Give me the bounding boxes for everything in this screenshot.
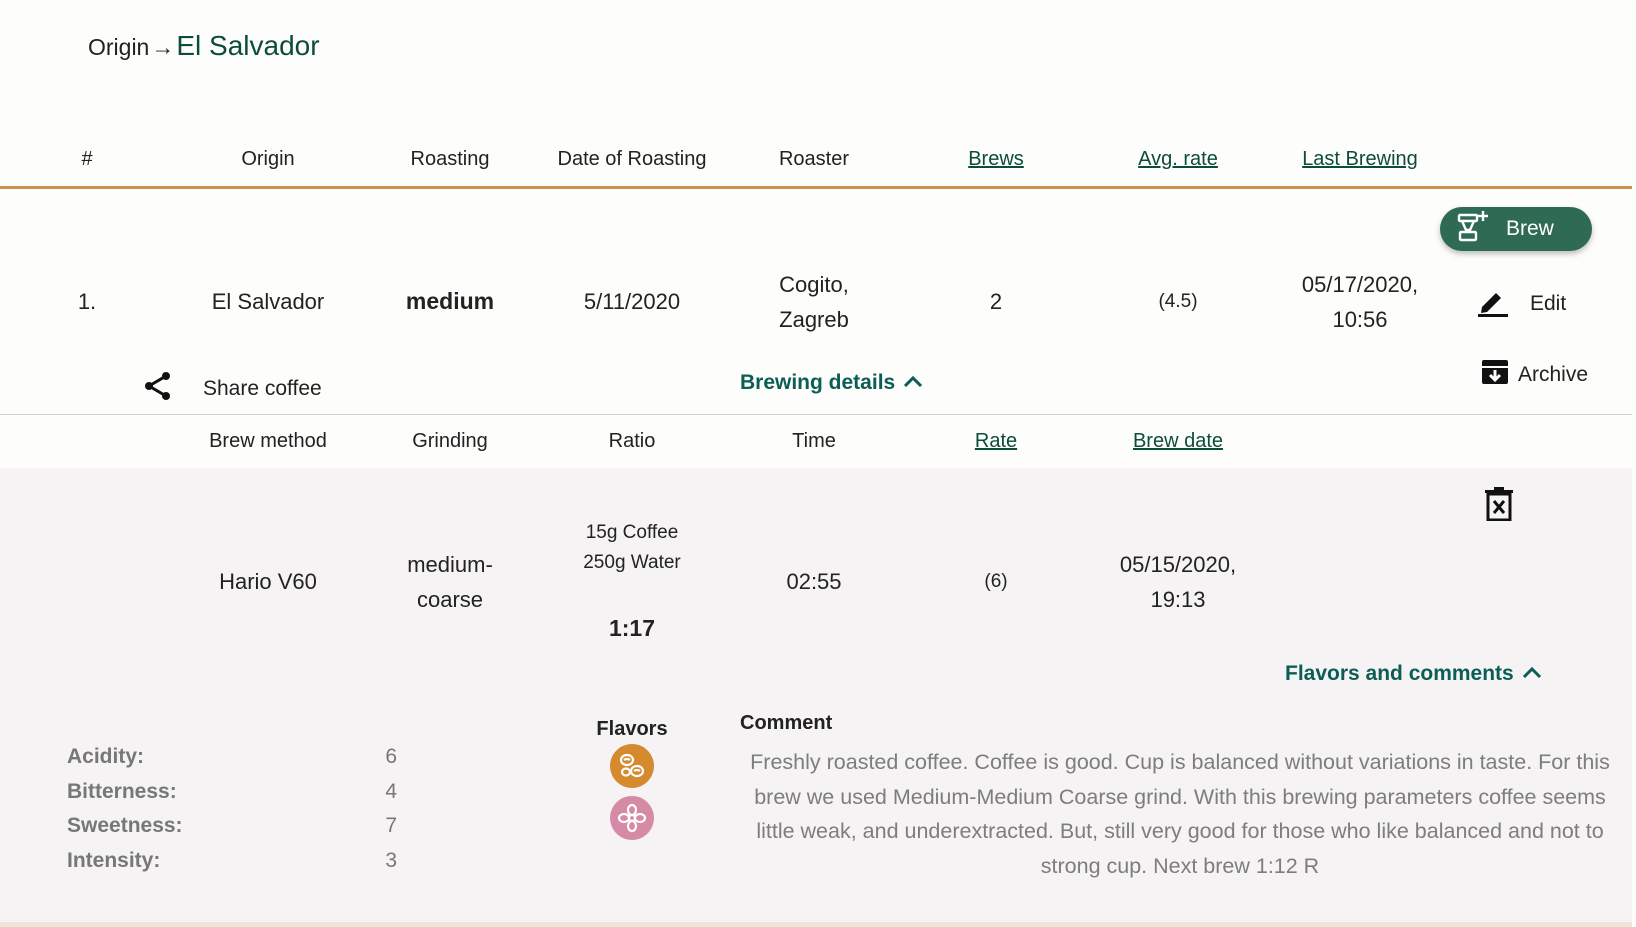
brew-time: 02:55 bbox=[786, 569, 842, 594]
row-roasting: medium bbox=[405, 288, 495, 314]
share-coffee-label: Share coffee bbox=[203, 377, 322, 400]
floral-flavor-icon bbox=[610, 796, 654, 840]
delete-brew-button[interactable] bbox=[1484, 487, 1514, 526]
chevron-up-icon bbox=[1522, 662, 1542, 686]
attribute-value: 4 bbox=[385, 779, 397, 803]
page: Origin→El Salvador # Origin Roasting Dat… bbox=[0, 0, 1636, 927]
header-roaster: Roaster bbox=[778, 148, 850, 170]
sort-avg-rate-link[interactable]: Avg. rate bbox=[1138, 148, 1218, 171]
archive-button[interactable]: Archive bbox=[1480, 357, 1588, 393]
pencil-icon bbox=[1476, 285, 1510, 323]
brewing-details-label: Brewing details bbox=[740, 371, 896, 394]
header-brew-method: Brew method bbox=[209, 430, 327, 452]
trash-icon bbox=[1484, 487, 1514, 525]
ratio-value: 1:17 bbox=[608, 615, 656, 641]
header-grinding: Grinding bbox=[412, 430, 488, 452]
flavors-comments-toggle[interactable]: Flavors and comments bbox=[1285, 662, 1542, 686]
sort-last-brewing-link[interactable]: Last Brewing bbox=[1302, 148, 1418, 171]
row-number: 1. bbox=[77, 289, 97, 314]
row-brews: 2 bbox=[989, 289, 1003, 314]
row-last-brewing: 05/17/2020, 10:56 bbox=[1302, 267, 1418, 337]
edit-label: Edit bbox=[1530, 292, 1567, 315]
archive-icon bbox=[1480, 357, 1510, 393]
attribute-row: Intensity: 3 bbox=[67, 844, 397, 879]
last-brewing-line-2: 10:56 bbox=[1332, 307, 1388, 332]
header-time: Time bbox=[792, 430, 836, 452]
header-origin: Origin bbox=[241, 148, 295, 170]
row-roaster: Cogito, Zagreb bbox=[779, 267, 849, 337]
attribute-row: Sweetness: 7 bbox=[67, 809, 397, 844]
brew-button[interactable]: Brew bbox=[1440, 207, 1592, 251]
brew-grinding: medium- coarse bbox=[407, 547, 493, 617]
ratio-coffee: 15g Coffee bbox=[585, 522, 679, 543]
grinding-line-2: coarse bbox=[416, 587, 484, 612]
grinding-line-1: medium- bbox=[407, 552, 493, 577]
comment-title: Comment bbox=[740, 712, 833, 734]
attributes-list: Acidity: 6 Bitterness: 4 Sweetness: 7 In… bbox=[67, 740, 397, 878]
breadcrumb-current: El Salvador bbox=[176, 30, 320, 61]
row-divider bbox=[0, 414, 1632, 415]
brew-button-label: Brew bbox=[1506, 217, 1554, 240]
chevron-up-icon bbox=[903, 371, 923, 395]
header-roasting: Roasting bbox=[410, 148, 490, 170]
header-divider bbox=[0, 186, 1632, 189]
row-avg-rate: (4.5) bbox=[1158, 291, 1198, 312]
sort-brews-link[interactable]: Brews bbox=[968, 148, 1024, 171]
share-coffee-button[interactable]: Share coffee bbox=[143, 371, 322, 407]
bottom-border bbox=[0, 922, 1632, 927]
brew-icon bbox=[1456, 210, 1490, 248]
attribute-label: Acidity: bbox=[67, 745, 145, 769]
breadcrumb: Origin→El Salvador bbox=[88, 30, 320, 62]
flavors-comments-label: Flavors and comments bbox=[1285, 662, 1514, 685]
share-icon bbox=[143, 371, 173, 407]
roaster-line-1: Cogito, bbox=[779, 272, 849, 297]
brew-date-line-2: 19:13 bbox=[1150, 587, 1206, 612]
attribute-value: 7 bbox=[385, 814, 397, 838]
header-num: # bbox=[81, 148, 93, 170]
brew-date: 05/15/2020, 19:13 bbox=[1120, 547, 1236, 617]
row-date: 5/11/2020 bbox=[583, 289, 681, 314]
breadcrumb-arrow: → bbox=[151, 34, 175, 60]
flavors-title: Flavors bbox=[596, 718, 668, 740]
header-date-of-roasting: Date of Roasting bbox=[557, 148, 707, 170]
brew-rate: (6) bbox=[984, 571, 1008, 592]
attribute-label: Bitterness: bbox=[67, 779, 177, 803]
attribute-label: Intensity: bbox=[67, 848, 161, 872]
attribute-value: 6 bbox=[385, 745, 397, 769]
breadcrumb-parent[interactable]: Origin bbox=[88, 34, 149, 60]
row-origin: El Salvador bbox=[211, 289, 325, 314]
brewing-details-toggle[interactable]: Brewing details bbox=[740, 371, 923, 395]
attribute-row: Acidity: 6 bbox=[67, 740, 397, 775]
nutty-flavor-icon bbox=[610, 744, 654, 788]
brew-method: Hario V60 bbox=[219, 569, 317, 594]
attribute-value: 3 bbox=[385, 848, 397, 872]
roaster-line-2: Zagreb bbox=[779, 307, 849, 332]
sort-rate-link[interactable]: Rate bbox=[975, 430, 1017, 453]
brew-date-line-1: 05/15/2020, bbox=[1119, 552, 1237, 577]
edit-button[interactable]: Edit bbox=[1476, 285, 1566, 323]
header-ratio: Ratio bbox=[608, 430, 656, 452]
archive-label: Archive bbox=[1518, 363, 1589, 386]
last-brewing-line-1: 05/17/2020, bbox=[1301, 272, 1419, 297]
sort-brew-date-link[interactable]: Brew date bbox=[1133, 430, 1223, 453]
ratio-water: 250g Water bbox=[583, 552, 681, 573]
attribute-row: Bitterness: 4 bbox=[67, 775, 397, 810]
comment-text: Freshly roasted coffee. Coffee is good. … bbox=[750, 750, 1610, 878]
attribute-label: Sweetness: bbox=[67, 814, 183, 838]
